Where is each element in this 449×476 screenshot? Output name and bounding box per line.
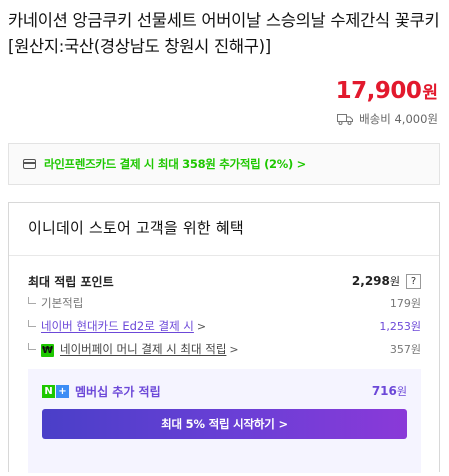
card-points-row[interactable]: 네이버 현대카드 Ed2로 결제 시 > 1,253원 [28,317,421,335]
membership-unit: 원 [396,385,407,398]
membership-value: 716원 [372,383,407,399]
help-button[interactable]: ? [406,273,421,289]
card-points-link[interactable]: 네이버 현대카드 Ed2로 결제 시 [41,319,194,333]
max-points-unit: 원 [389,275,400,288]
chevron-right-icon: > [196,320,207,333]
basic-points-row: 기본적립 179원 [28,294,421,312]
chevron-right-icon: > [229,343,239,356]
max-points-row: 최대 적립 포인트 2,298원 ? [28,271,421,291]
product-title: 카네이션 앙금쿠키 선물세트 어버이날 스승의날 수제간식 꽃쿠키 [원산지:국… [8,11,440,56]
naver-pay-icon: ₩ [41,344,54,357]
membership-row: N + 멤버십 추가 적립 716원 [42,381,407,401]
membership-label: 멤버십 추가 적립 [75,384,161,399]
basic-points-label: 기본적립 [28,295,83,311]
truck-icon [337,113,354,125]
credit-card-icon [23,159,36,169]
max-points-value: 2,298원 [352,273,400,289]
npay-points-link[interactable]: 네이버페이 머니 결제 시 최대 적립 [60,342,226,356]
max-points-label: 최대 적립 포인트 [28,274,114,289]
card-points-value: 1,253원 [379,320,421,333]
price-currency: 원 [422,83,438,103]
membership-number: 716 [371,384,397,398]
price: 17,900 원 [336,78,438,104]
divider [9,255,439,256]
shipping-fee: 배송비 4,000원 [359,112,438,126]
tree-branch-icon [28,297,36,304]
npay-points-label[interactable]: ₩ 네이버페이 머니 결제 시 최대 적립 > [28,341,239,357]
price-value: 17,900 [335,78,422,104]
card-promo-text[interactable]: 라인프렌즈카드 결제 시 최대 358원 추가적립 (2%) > [44,156,306,172]
basic-points-text: 기본적립 [41,296,84,310]
benefit-title: 이니데이 스토어 고객을 위한 혜택 [28,219,244,237]
npay-points-value: 357원 [389,343,421,356]
max-points-number: 2,298 [351,274,390,288]
tree-branch-icon [28,343,36,350]
basic-points-value: 179원 [389,297,421,310]
card-promo-banner[interactable]: 라인프렌즈카드 결제 시 최대 358원 추가적립 (2%) > [8,143,440,185]
plus-icon: + [56,384,69,398]
benefit-panel: 이니데이 스토어 고객을 위한 혜택 최대 적립 포인트 2,298원 ? 기본… [8,202,440,473]
naver-plus-badge: N + [42,384,69,398]
tree-branch-icon [28,320,36,327]
shipping-info: 배송비 4,000원 [337,111,438,127]
npay-points-row[interactable]: ₩ 네이버페이 머니 결제 시 최대 적립 > 357원 [28,340,421,358]
card-points-label[interactable]: 네이버 현대카드 Ed2로 결제 시 > [28,318,206,334]
membership-box: N + 멤버십 추가 적립 716원 최대 5% 적립 시작하기 > [28,369,421,473]
naver-n-icon: N [42,384,55,398]
start-membership-button[interactable]: 최대 5% 적립 시작하기 > [42,409,407,439]
